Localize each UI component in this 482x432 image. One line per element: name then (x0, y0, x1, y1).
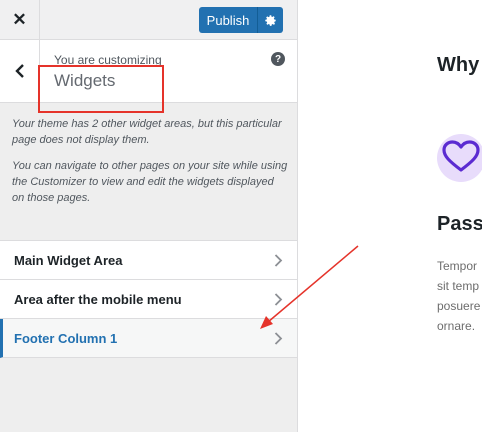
customizer-screen: ✕ Publish You are customizing Widgets ? (0, 0, 482, 432)
section-label: Area after the mobile menu (14, 291, 182, 307)
help-icon[interactable]: ? (271, 52, 285, 66)
site-preview[interactable]: Why Passi Tempor sit temp posuere ornare… (298, 0, 482, 432)
publish-button[interactable]: Publish (199, 7, 257, 33)
section-label: Main Widget Area (14, 252, 123, 268)
back-button[interactable] (0, 40, 40, 102)
section-footer-column-1[interactable]: Footer Column 1 (0, 319, 297, 358)
customizer-panel: ✕ Publish You are customizing Widgets ? (0, 0, 298, 432)
description-paragraph-2: You can navigate to other pages on your … (12, 160, 288, 204)
widget-areas-description: Your theme has 2 other widget areas, but… (12, 116, 288, 216)
preview-text-line: posuere (437, 299, 481, 313)
preview-paragraph: Tempor sit temp posuere ornare. (437, 256, 482, 336)
preview-text-line: sit temp (437, 279, 480, 293)
chevron-right-icon (274, 332, 283, 345)
description-paragraph-1: Your theme has 2 other widget areas, but… (12, 118, 282, 146)
customizer-topbar: ✕ Publish (0, 0, 297, 40)
preview-heading-1: Why (437, 54, 480, 76)
preview-text-line: Tempor (437, 259, 478, 273)
widget-area-list: Main Widget Area Area after the mobile m… (0, 240, 297, 358)
heart-badge (437, 134, 482, 182)
preview-heading-2: Passi (437, 213, 482, 235)
close-button[interactable]: ✕ (0, 0, 40, 40)
section-main-widget-area[interactable]: Main Widget Area (0, 241, 297, 280)
gear-icon (265, 14, 276, 26)
publish-group: Publish (199, 7, 283, 33)
heart-icon (442, 140, 480, 172)
section-label: Footer Column 1 (14, 330, 118, 346)
chevron-right-icon (274, 254, 283, 267)
annotation-highlight-box (38, 65, 164, 113)
chevron-left-icon (14, 64, 24, 78)
publish-settings-button[interactable] (257, 7, 283, 33)
section-area-after-mobile-menu[interactable]: Area after the mobile menu (0, 280, 297, 319)
chevron-right-icon (274, 293, 283, 306)
close-icon: ✕ (12, 10, 27, 29)
preview-text-line: ornare. (437, 319, 476, 333)
